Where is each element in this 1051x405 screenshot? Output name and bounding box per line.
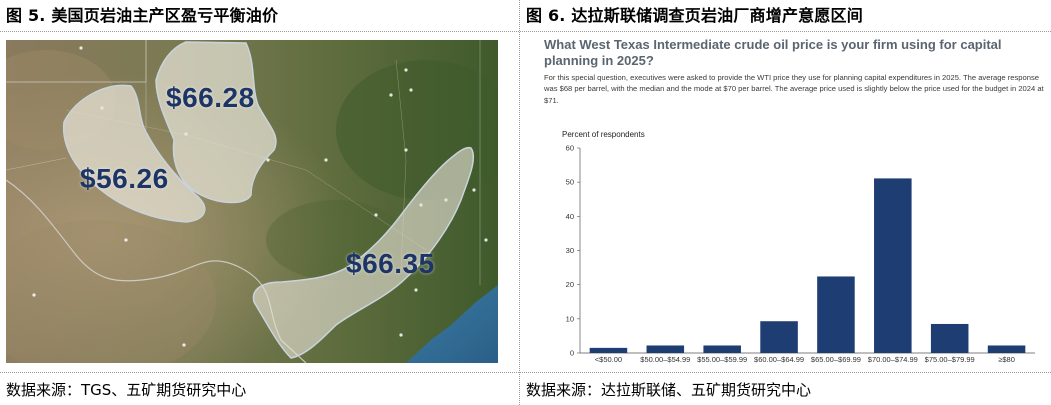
bar-1 xyxy=(646,345,685,353)
x-tick-label: $75.00–$79.99 xyxy=(925,355,975,364)
eagle-ford-breakeven-price: $66.35 xyxy=(346,248,435,279)
figure-6-source: 数据来源：达拉斯联储、五矿期货研究中心 xyxy=(526,381,812,399)
y-tick-label: 20 xyxy=(566,280,574,289)
x-tick-label: $50.00–$54.99 xyxy=(640,355,690,364)
bar-chart: 0 10 20 30 40 50 60 <$50.00 $50.00–$54.99 $55.00–… xyxy=(566,144,1035,364)
figure-5-source: 数据来源：TGS、五矿期货研究中心 xyxy=(6,381,247,399)
y-tick-label: 0 xyxy=(570,349,574,358)
source-divider xyxy=(520,372,1051,373)
delaware-breakeven-price: $56.26 xyxy=(80,163,169,194)
y-tick-label: 60 xyxy=(566,144,574,153)
bar-5 xyxy=(874,178,912,353)
title-divider xyxy=(0,31,519,32)
y-tick-label: 40 xyxy=(566,212,574,221)
figure-5-title: 图 5. 美国页岩油主产区盈亏平衡油价 xyxy=(6,6,279,25)
x-tick-label: <$50.00 xyxy=(595,355,622,364)
bar-7 xyxy=(987,345,1026,353)
x-tick-label: $65.00–$69.99 xyxy=(811,355,861,364)
x-tick-label: ≥$80 xyxy=(998,355,1015,364)
y-tick-label: 50 xyxy=(566,178,574,187)
bar-0 xyxy=(589,347,628,353)
midland-breakeven-price: $66.28 xyxy=(166,82,255,113)
right-panel: 图 6. 达拉斯联储调查页岩油厂商增产意愿区间 What West Texas … xyxy=(520,0,1051,405)
y-tick-label: 30 xyxy=(566,246,574,255)
x-tick-label: $60.00–$64.99 xyxy=(754,355,804,364)
y-tick-label: 10 xyxy=(566,314,574,323)
left-panel: 图 5. 美国页岩油主产区盈亏平衡油价 $66.28 $56.26 $66.35… xyxy=(0,0,519,405)
bar-6 xyxy=(930,323,969,353)
bar-4 xyxy=(817,276,855,353)
x-tick-label: $70.00–$74.99 xyxy=(868,355,918,364)
shale-basin-map: $66.28 $56.26 $66.35 xyxy=(6,40,498,363)
bar-2 xyxy=(703,345,741,353)
bar-3 xyxy=(760,321,798,353)
x-tick-label: $55.00–$59.99 xyxy=(697,355,747,364)
source-divider xyxy=(0,372,519,373)
